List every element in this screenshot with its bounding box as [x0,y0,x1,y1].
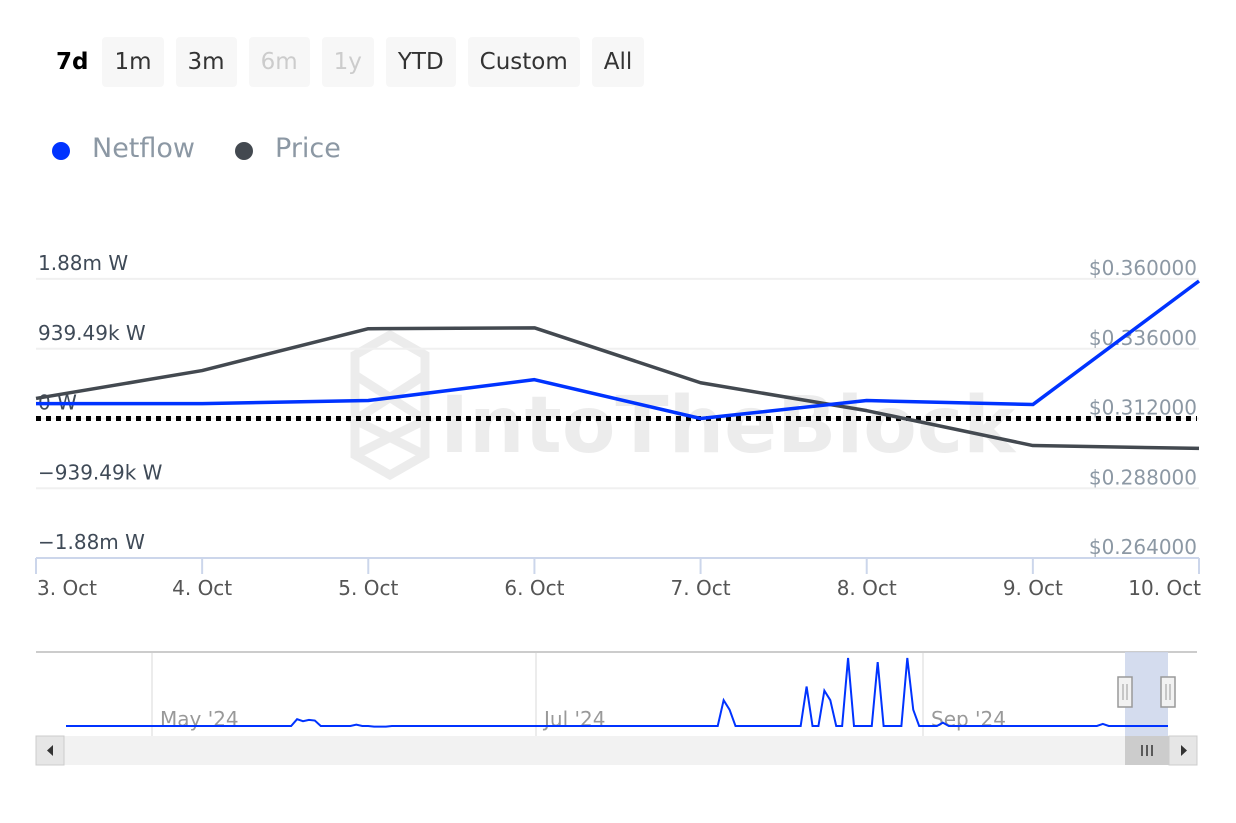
x-tick-label: 8. Oct [837,576,897,600]
netflow-point[interactable] [196,398,208,410]
scroll-right-button[interactable] [1168,735,1198,766]
navigator: May '24 Jul '24 Sep '24 [36,651,1197,736]
netflow-point[interactable] [1027,399,1039,411]
navigator-left-handle[interactable] [1117,676,1133,708]
left-tick-label: −939.49k W [38,460,163,484]
netflow-series-line[interactable] [36,279,1201,421]
netflow-point[interactable] [362,395,374,407]
x-tick-label: 9. Oct [1003,576,1063,600]
left-tick-label: 1.88m W [38,251,128,275]
left-tick-label: −1.88m W [38,530,145,554]
navigator-scrollbar[interactable] [35,735,1198,766]
x-tick-label: 6. Oct [504,576,564,600]
right-tick-label: $0.360000 [1089,256,1197,280]
price-point[interactable] [1193,442,1205,454]
x-tick-label: 4. Oct [172,576,232,600]
x-tick-label: 3. Oct [37,576,97,600]
navigator-tick-label: Jul '24 [542,707,605,731]
scroll-left-button[interactable] [35,735,65,766]
watermark-text: IntoTheBlock [440,381,1017,471]
right-tick-label: $0.336000 [1089,326,1197,350]
navigator-tick-label: Sep '24 [931,707,1006,731]
price-point[interactable] [528,322,540,334]
x-axis: 3. Oct 4. Oct 5. Oct 6. Oct 7. Oct 8. Oc… [35,557,1201,600]
right-tick-label: $0.312000 [1089,396,1197,420]
right-tick-label: $0.264000 [1089,535,1197,559]
price-point[interactable] [362,323,374,335]
price-point[interactable] [1027,440,1039,452]
x-tick-label: 7. Oct [671,576,731,600]
x-tick-label: 5. Oct [338,576,398,600]
chart-canvas: IntoTheBlock 1.88m W 939.49k W 0 W −939.… [30,251,1205,766]
price-point[interactable] [30,392,42,404]
navigator-right-handle[interactable] [1160,676,1176,708]
right-tick-label: $0.288000 [1089,465,1197,489]
right-axis: $0.360000 $0.336000 $0.312000 $0.288000 … [1089,256,1197,559]
scrollbar-thumb[interactable] [1125,736,1169,765]
price-point[interactable] [196,365,208,377]
netflow-point[interactable] [528,374,540,386]
price-point[interactable] [695,377,707,389]
netflow-point[interactable] [695,413,707,425]
watermark: IntoTheBlock [345,329,1017,481]
price-point[interactable] [861,405,873,417]
x-tick-label: 10. Oct [1128,576,1201,600]
scrollbar-track[interactable] [36,736,1197,765]
left-tick-label: 939.49k W [38,321,146,345]
netflow-point[interactable] [1193,275,1205,287]
navigator-tick-label: May '24 [160,707,239,731]
